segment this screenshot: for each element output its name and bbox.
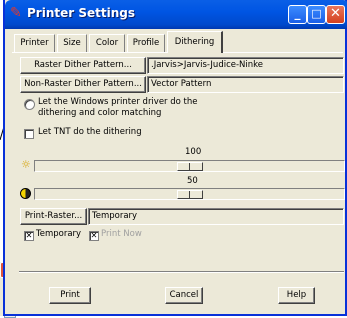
sun-icon: ☼ [21, 158, 31, 171]
window-title: Printer Settings [27, 6, 135, 20]
temporary-label: Temporary [36, 229, 82, 239]
print-raster-field: Temporary [88, 208, 344, 225]
brightness-slider-thumb[interactable] [176, 162, 203, 171]
tab-color[interactable]: Color [89, 34, 125, 52]
maximize-button[interactable]: □ [307, 5, 326, 24]
tab-size[interactable]: Size [57, 34, 87, 52]
tab-profile[interactable]: Profile [127, 34, 165, 52]
brightness-value: 100 [185, 147, 202, 157]
cancel-button[interactable]: Cancel [165, 287, 203, 304]
temporary-checkbox[interactable]: ✕ [24, 231, 34, 241]
help-button[interactable]: Help [278, 287, 315, 304]
print-now-checkbox[interactable]: ✕ [89, 231, 99, 241]
close-button[interactable]: ✕ [326, 5, 345, 24]
print-raster-button[interactable]: Print-Raster... [20, 208, 87, 225]
title-bar[interactable]: ✎ Printer Settings _ □ ✕ [5, 0, 347, 29]
minimize-button[interactable]: _ [288, 5, 307, 24]
windows-dithering-radio[interactable] [24, 99, 35, 110]
non-raster-dither-pattern-field: Vector Pattern [147, 76, 344, 93]
printer-settings-window: ✎ Printer Settings _ □ ✕ Printer Size Co… [3, 0, 347, 316]
tab-printer[interactable]: Printer [14, 34, 55, 52]
app-icon: ✎ [10, 5, 22, 21]
raster-dither-pattern-field: .Jarvis>Jarvis-Judice-Ninke [147, 57, 344, 74]
print-button[interactable]: Print [49, 287, 91, 304]
print-now-label: Print Now [101, 229, 142, 239]
non-raster-dither-pattern-button[interactable]: Non-Raster Dither Pattern... [20, 76, 146, 93]
footer-divider-highlight [19, 272, 344, 273]
contrast-value: 50 [187, 176, 198, 186]
tab-dithering[interactable]: Dithering [167, 31, 223, 53]
tnt-dithering-checkbox[interactable] [24, 129, 34, 139]
tnt-dithering-label: Let TNT do the dithering [38, 127, 142, 137]
windows-dithering-label: Let the Windows printer driver do the di… [38, 97, 198, 118]
contrast-icon [20, 188, 31, 199]
raster-dither-pattern-button[interactable]: Raster Dither Pattern... [20, 57, 146, 74]
contrast-slider-thumb[interactable] [176, 190, 203, 199]
